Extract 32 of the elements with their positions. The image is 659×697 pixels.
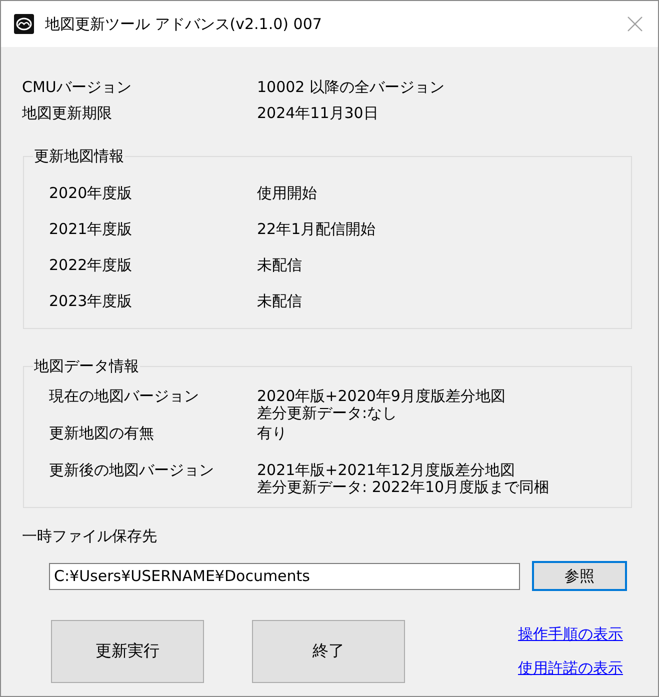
- row-label: 2022年度版: [49, 256, 134, 274]
- row-value: 未配信: [257, 256, 302, 274]
- row-value: 差分更新データ: 2022年10月度版まで同梱: [257, 479, 550, 496]
- field-label: 一時ファイル保存先: [22, 526, 157, 546]
- row-label: 2020年度版: [49, 184, 134, 202]
- window-title: 地図更新ツール アドバンス(v2.1.0) 007: [45, 14, 323, 34]
- path-field[interactable]: C:¥Users¥USERNAME¥Documents: [49, 562, 520, 590]
- close-icon[interactable]: [627, 16, 643, 32]
- row-value: 2021年版+2021年12月度版差分地図: [257, 462, 516, 479]
- action-button[interactable]: 終了: [252, 620, 405, 683]
- app-icon: [14, 14, 34, 34]
- row-label: 更新後の地図バージョン: [49, 462, 215, 479]
- row-label: 2021年度版: [49, 220, 134, 238]
- text-link[interactable]: 操作手順の表示: [518, 624, 623, 644]
- group-title: 地図データ情報: [33, 356, 140, 376]
- row-value: 未配信: [257, 292, 302, 310]
- row-value: 使用開始: [257, 184, 317, 202]
- action-button[interactable]: 更新実行: [51, 620, 204, 683]
- info-label: 地図更新期限: [22, 103, 113, 124]
- group-title: 更新地図情報: [33, 146, 125, 166]
- row-label: 2023年度版: [49, 292, 134, 310]
- info-label: CMUバージョン: [22, 77, 132, 98]
- row-value: 2020年版+2020年9月度版差分地図: [257, 388, 506, 405]
- row-label: 更新地図の有無: [49, 425, 155, 442]
- row-value: 差分更新データ:なし: [257, 405, 398, 422]
- row-value: 22年1月配信開始: [257, 220, 376, 238]
- text-link[interactable]: 使用許諾の表示: [518, 658, 623, 678]
- row-value: 有り: [257, 425, 287, 442]
- row-label: 現在の地図バージョン: [49, 388, 200, 405]
- info-value: 10002 以降の全バージョン: [257, 77, 444, 98]
- browse-button[interactable]: 参照: [532, 561, 627, 591]
- info-value: 2024年11月30日: [257, 103, 378, 124]
